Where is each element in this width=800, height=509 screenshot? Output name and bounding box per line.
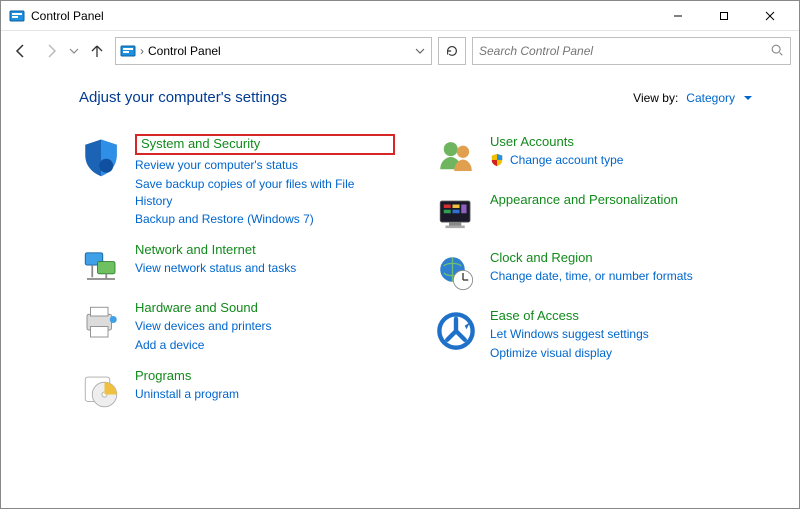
view-by-label: View by: [633,91,678,105]
search-box[interactable] [472,37,791,65]
category-user-accounts: User Accounts Change account type [434,134,759,178]
category-system-and-security: System and Security Review your computer… [79,134,404,228]
control-panel-icon [9,8,25,24]
category-title[interactable]: Ease of Access [490,308,649,323]
category-title[interactable]: Network and Internet [135,242,296,257]
category-title[interactable]: User Accounts [490,134,623,149]
history-dropdown-button[interactable] [69,46,79,56]
forward-button[interactable] [39,39,63,63]
ease-of-access-icon [434,308,478,352]
category-title[interactable]: Programs [135,368,239,383]
address-dropdown-button[interactable] [415,46,425,56]
navbar: › Control Panel [1,31,799,71]
minimize-button[interactable] [655,2,701,30]
search-input[interactable] [479,44,764,58]
category-sub[interactable]: View devices and printers [135,318,272,335]
window-title: Control Panel [31,9,104,23]
search-icon [770,43,784,60]
categories-right: User Accounts Change account type Appear… [434,134,759,412]
network-icon [79,242,123,286]
category-programs: Programs Uninstall a program [79,368,404,412]
category-appearance-and-personalization: Appearance and Personalization [434,192,759,236]
category-ease-of-access: Ease of Access Let Windows suggest setti… [434,308,759,362]
page-heading: Adjust your computer's settings [79,89,287,106]
category-sub[interactable]: Let Windows suggest settings [490,326,649,343]
control-panel-icon [120,43,136,59]
address-bar[interactable]: › Control Panel [115,37,432,65]
category-sub[interactable]: Optimize visual display [490,345,649,362]
shield-icon [79,134,123,178]
categories-left: System and Security Review your computer… [79,134,404,412]
category-title[interactable]: Appearance and Personalization [490,192,678,207]
content-area: Adjust your computer's settings View by:… [1,71,799,422]
category-sub[interactable]: Change date, time, or number formats [490,268,693,285]
heading-row: Adjust your computer's settings View by:… [79,89,759,106]
monitor-icon [434,192,478,236]
category-title[interactable]: System and Security [141,136,260,151]
breadcrumb-separator-icon: › [140,44,144,58]
back-button[interactable] [9,39,33,63]
category-title[interactable]: Hardware and Sound [135,300,272,315]
category-title[interactable]: Clock and Region [490,250,693,265]
category-network-and-internet: Network and Internet View network status… [79,242,404,286]
category-hardware-and-sound: Hardware and Sound View devices and prin… [79,300,404,354]
titlebar: Control Panel [1,1,799,31]
clock-globe-icon [434,250,478,294]
view-by-control[interactable]: View by: Category [633,91,753,105]
category-sub[interactable]: Add a device [135,337,272,354]
maximize-button[interactable] [701,2,747,30]
category-clock-and-region: Clock and Region Change date, time, or n… [434,250,759,294]
users-icon [434,134,478,178]
breadcrumb-root[interactable]: Control Panel [148,44,221,58]
refresh-button[interactable] [438,37,466,65]
view-by-value: Category [686,91,735,105]
category-sub[interactable]: Uninstall a program [135,386,239,403]
category-sub[interactable]: Backup and Restore (Windows 7) [135,211,395,228]
close-button[interactable] [747,2,793,30]
uac-shield-icon [490,153,504,167]
category-sub[interactable]: Save backup copies of your files with Fi… [135,176,395,210]
chevron-down-icon [743,93,753,103]
categories: System and Security Review your computer… [79,134,759,412]
category-sub[interactable]: View network status and tasks [135,260,296,277]
disc-icon [79,368,123,412]
up-button[interactable] [85,39,109,63]
category-sub[interactable]: Review your computer's status [135,157,395,174]
printer-icon [79,300,123,344]
category-sub[interactable]: Change account type [510,152,623,169]
highlight-box: System and Security [135,134,395,155]
